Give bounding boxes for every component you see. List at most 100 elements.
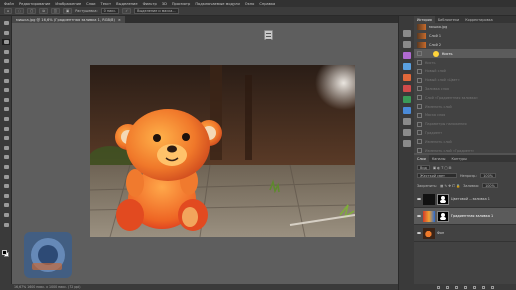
menu-filter[interactable]: Фильтр — [143, 2, 157, 6]
lock-icons[interactable]: ▦ ✎ ✥ ⧠ 🔒 — [440, 184, 460, 188]
antialias-checkbox[interactable]: ✓ — [122, 8, 132, 14]
frame-tool-icon[interactable] — [2, 68, 10, 74]
floating-properties-icon[interactable] — [264, 30, 273, 40]
link-layers-icon[interactable] — [436, 285, 440, 289]
lasso-tool-icon[interactable]: ◌ — [15, 8, 25, 14]
history-item[interactable]: Градиент — [414, 129, 516, 138]
zoom-tool-icon[interactable] — [2, 212, 10, 218]
new-layer-icon[interactable] — [481, 285, 485, 289]
eyedropper-tool-icon[interactable] — [2, 78, 10, 84]
menu-image[interactable]: Изображение — [55, 2, 81, 6]
tab-libraries[interactable]: Библиотеки — [435, 16, 462, 23]
history-item[interactable]: Новый слой «Цвет» — [414, 76, 516, 85]
fx-icon[interactable] — [445, 285, 449, 289]
home-icon[interactable]: ⌂ — [4, 8, 13, 14]
swatches-panel-icon[interactable] — [403, 52, 411, 59]
history-item[interactable]: Изменить слой — [414, 102, 516, 111]
type-tool-icon[interactable] — [2, 174, 10, 180]
new-selection-icon[interactable]: ▢ — [27, 8, 37, 14]
select-and-mask-button[interactable]: Выделение и маска... — [134, 8, 179, 14]
add-mask-icon[interactable] — [454, 285, 458, 289]
layer-mask-thumbnail[interactable] — [437, 193, 449, 205]
brush-tool-icon[interactable] — [2, 97, 10, 103]
menu-layers[interactable]: Слои — [86, 2, 95, 6]
history-item[interactable]: Параметры наложения — [414, 120, 516, 129]
history-item[interactable]: Кисть — [414, 58, 516, 67]
feather-input[interactable]: 0 пикс. — [100, 8, 120, 14]
brushes-panel-icon[interactable] — [403, 140, 411, 147]
hand-tool-icon[interactable] — [2, 202, 10, 208]
styles-panel-icon[interactable] — [403, 85, 411, 92]
layer-row[interactable]: Фон — [414, 225, 516, 242]
adjustment-layer-icon[interactable] — [463, 285, 467, 289]
menu-select[interactable]: Выделение — [116, 2, 137, 6]
new-group-icon[interactable] — [472, 285, 476, 289]
eye-icon[interactable] — [416, 231, 421, 235]
document-tab[interactable]: мишка.jpg @ 16,6% (Градиентная заливка 1… — [12, 16, 125, 23]
crop-tool-icon[interactable] — [2, 58, 10, 64]
tab-history[interactable]: История — [414, 16, 435, 23]
history-brush-tool-icon[interactable] — [2, 116, 10, 122]
healing-tool-icon[interactable] — [2, 87, 10, 93]
history-item[interactable]: Кисть — [414, 49, 516, 59]
character-panel-icon[interactable] — [403, 118, 411, 125]
close-icon[interactable]: × — [118, 18, 121, 22]
add-selection-icon[interactable]: ⧉ — [39, 8, 48, 14]
trash-icon[interactable] — [490, 285, 494, 289]
history-item[interactable]: мишка.jpg — [414, 23, 516, 32]
eye-icon[interactable] — [416, 214, 421, 218]
subtract-selection-icon[interactable]: ◫ — [50, 8, 60, 14]
history-item[interactable]: Слой 2 — [414, 41, 516, 50]
history-item[interactable]: Новый слой — [414, 67, 516, 76]
history-item[interactable]: Заливка слоя — [414, 85, 516, 94]
tab-layers[interactable]: Слои — [414, 155, 429, 162]
history-item[interactable]: Изменить слой — [414, 137, 516, 146]
foreground-color-swatch[interactable] — [2, 250, 7, 255]
info-panel-icon[interactable] — [403, 107, 411, 114]
layer-row[interactable]: Градиентная заливка 1 — [414, 208, 516, 225]
tab-channels[interactable]: Каналы — [429, 155, 449, 162]
history-item[interactable]: Маска слоя — [414, 111, 516, 120]
menu-help[interactable]: Справка — [259, 2, 275, 6]
intersect-selection-icon[interactable]: ▣ — [62, 8, 73, 14]
menu-window[interactable]: Окно — [245, 2, 255, 6]
fill-input[interactable]: 100% — [482, 183, 498, 188]
dodge-tool-icon[interactable] — [2, 154, 10, 160]
more-tool-icon[interactable] — [2, 222, 10, 228]
menu-type[interactable]: Текст — [101, 2, 112, 6]
blend-mode-select[interactable]: Жесткий свет — [417, 173, 457, 178]
adjustments-panel-icon[interactable] — [403, 74, 411, 81]
path-select-tool-icon[interactable] — [2, 183, 10, 189]
color-panel-icon[interactable] — [403, 63, 411, 70]
menu-plugins[interactable]: Подключаемые модули — [195, 2, 239, 6]
history-item[interactable]: Слой 1 — [414, 32, 516, 41]
move-tool-icon[interactable] — [2, 20, 10, 26]
marquee-tool-icon[interactable] — [2, 30, 10, 36]
clone-stamp-tool-icon[interactable] — [2, 106, 10, 112]
tab-adjustments[interactable]: Корректировка — [462, 16, 495, 23]
gradient-tool-icon[interactable] — [2, 135, 10, 141]
pen-tool-icon[interactable] — [2, 164, 10, 170]
eye-icon[interactable] — [416, 197, 421, 201]
menu-file[interactable]: Файл — [4, 2, 14, 6]
layer-row[interactable]: Цветовой ...заливка 1 — [414, 191, 516, 208]
paragraph-panel-icon[interactable] — [403, 129, 411, 136]
lasso-tool-icon[interactable] — [2, 39, 10, 46]
layer-kind-filter[interactable]: Вид — [417, 165, 430, 170]
libraries-panel-icon[interactable] — [403, 96, 411, 103]
menu-view[interactable]: Просмотр — [172, 2, 190, 6]
history-panel-icon[interactable] — [403, 30, 411, 37]
blur-tool-icon[interactable] — [2, 145, 10, 151]
document-image[interactable] — [90, 65, 355, 237]
menu-edit[interactable]: Редактирование — [19, 2, 50, 6]
quick-select-tool-icon[interactable] — [2, 49, 10, 55]
menu-3d[interactable]: 3D — [162, 2, 167, 6]
history-item[interactable]: Изменить слой «Градиент» — [414, 146, 516, 155]
rectangle-tool-icon[interactable] — [2, 193, 10, 199]
eraser-tool-icon[interactable] — [2, 126, 10, 132]
layer-mask-thumbnail[interactable] — [437, 210, 449, 222]
history-item[interactable]: Слой «Градиентная заливка» — [414, 93, 516, 102]
tab-paths[interactable]: Контуры — [448, 155, 470, 162]
opacity-input[interactable]: 100% — [480, 173, 496, 178]
properties-panel-icon[interactable] — [403, 41, 411, 48]
